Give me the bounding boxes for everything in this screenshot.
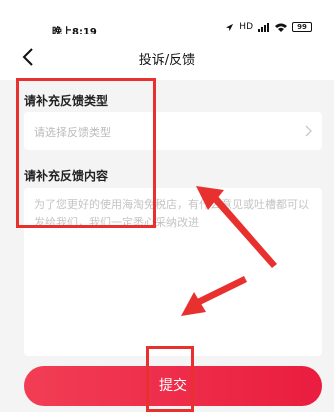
submit-button[interactable]: 提交 <box>24 366 322 406</box>
feedback-type-placeholder: 请选择反馈类型 <box>34 126 111 139</box>
nav-bar: 投诉/反馈 <box>0 34 334 80</box>
chevron-right-icon <box>305 125 312 137</box>
battery-icon: 99 <box>292 22 312 32</box>
feedback-content-placeholder: 为了您更好的使用海淘免税店，有什么意见或吐槽都可以发给我们，我们一定悉心采纳改进 <box>34 198 309 229</box>
status-bar: 晚上8:19 HD 99 <box>0 0 334 38</box>
location-icon <box>226 23 234 31</box>
feedback-type-select[interactable]: 请选择反馈类型 <box>24 112 322 150</box>
feedback-content-textarea[interactable]: 为了您更好的使用海淘免税店，有什么意见或吐槽都可以发给我们，我们一定悉心采纳改进 <box>24 188 322 356</box>
feedback-type-label: 请补充反馈类型 <box>24 94 109 108</box>
wifi-icon <box>275 23 287 32</box>
status-icons: HD 99 <box>225 22 312 32</box>
signal-icon <box>258 22 269 32</box>
page-title: 投诉/反馈 <box>138 53 196 68</box>
feedback-content-label: 请补充反馈内容 <box>24 169 109 183</box>
network-label: HD <box>239 22 253 32</box>
